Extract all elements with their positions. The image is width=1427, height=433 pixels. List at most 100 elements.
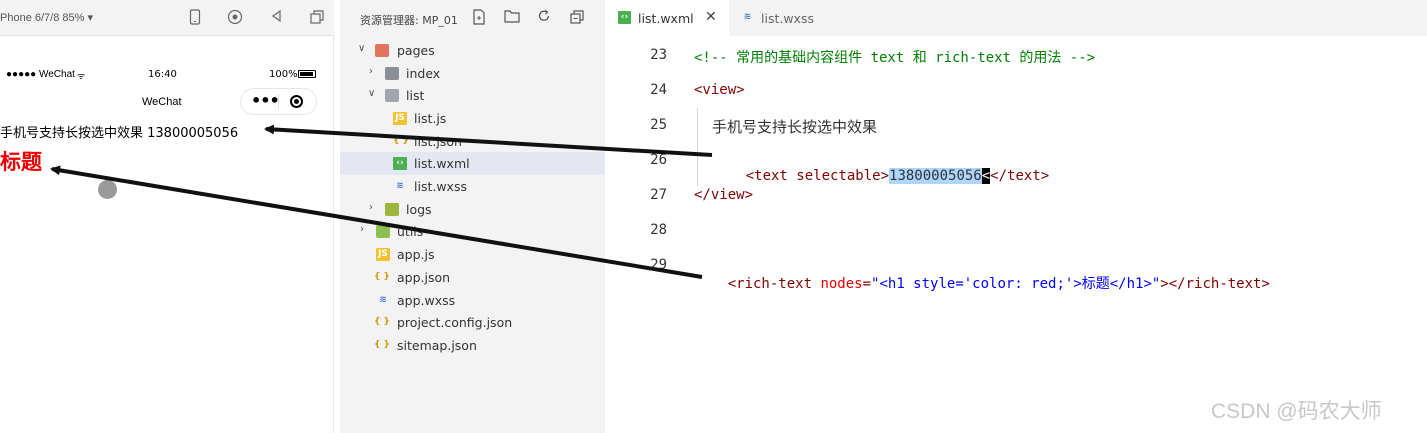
code-token: nodes bbox=[820, 276, 863, 292]
close-icon[interactable]: ✕ bbox=[705, 9, 717, 25]
code-token: "<h1 style='color: red;'>标题</h1>" bbox=[871, 276, 1161, 292]
wxss-file-icon: ≋ bbox=[379, 295, 387, 305]
line-number: 25 bbox=[650, 117, 667, 133]
json-file-icon: { } bbox=[374, 317, 390, 327]
tab-label: list.wxml bbox=[638, 11, 694, 26]
code-line-27[interactable]: </view> bbox=[694, 187, 753, 203]
chevron-right-icon: › bbox=[369, 66, 373, 77]
page-text[interactable]: 手机号支持长按选中效果 13800005056 bbox=[0, 122, 238, 141]
tree-item-pages[interactable]: ∨ pages bbox=[340, 39, 605, 62]
line-number: 28 bbox=[650, 222, 667, 238]
tree-item-list-wxss[interactable]: ≋ list.wxss bbox=[340, 175, 605, 198]
wxss-file-icon: ≋ bbox=[743, 12, 752, 22]
code-token: <text selectable> bbox=[745, 168, 890, 184]
detach-icon[interactable] bbox=[308, 9, 326, 27]
signal-carrier: ●●●●● WeChat bbox=[6, 69, 75, 80]
device-select[interactable]: Phone 6/7/8 85% ▾ bbox=[0, 11, 93, 24]
new-file-icon[interactable] bbox=[470, 9, 488, 27]
tree-item-label: index bbox=[406, 66, 441, 81]
tree-item-app-wxss[interactable]: ≋ app.wxss bbox=[340, 289, 605, 312]
watermark: CSDN @码农大师 bbox=[1211, 400, 1382, 423]
wxss-file-icon: ≋ bbox=[396, 181, 404, 191]
explorer-title: 资源管理器: MP_01 bbox=[360, 14, 458, 27]
tree-item-label: app.js bbox=[397, 247, 435, 262]
json-file-icon: { } bbox=[374, 340, 390, 350]
simulator-panel: Phone 6/7/8 85% ▾ ●●●●● WeChat ᯤ 16:40 1… bbox=[0, 0, 334, 433]
touch-cursor-icon bbox=[98, 180, 117, 199]
tab-label: list.wxss bbox=[761, 11, 814, 26]
tree-item-list-wxml[interactable]: ‹› list.wxml bbox=[340, 152, 605, 175]
text-caret: < bbox=[981, 168, 991, 184]
new-folder-icon[interactable] bbox=[503, 9, 521, 27]
code-token: </text> bbox=[990, 168, 1050, 184]
tree-item-project-config[interactable]: { } project.config.json bbox=[340, 311, 605, 334]
tree-item-list-js[interactable]: JS list.js bbox=[340, 107, 605, 130]
folder-icon bbox=[385, 67, 399, 80]
indent-guide bbox=[697, 108, 698, 186]
tree-item-label: list.wxss bbox=[414, 179, 467, 194]
chevron-down-icon: ∨ bbox=[358, 43, 366, 54]
folder-open-icon bbox=[385, 89, 399, 102]
chevron-right-icon: › bbox=[369, 202, 373, 213]
code-line-24[interactable]: <view> bbox=[694, 82, 745, 98]
code-line-25[interactable]: 手机号支持长按选中效果 bbox=[712, 116, 877, 137]
tree-item-label: logs bbox=[406, 202, 432, 217]
tree-item-list-json[interactable]: { } list.json bbox=[340, 130, 605, 153]
tree-item-index[interactable]: › index bbox=[340, 62, 605, 85]
volume-icon[interactable] bbox=[267, 9, 285, 27]
tree-item-label: utils bbox=[397, 224, 424, 239]
tab-list-wxml[interactable]: ‹› list.wxml ✕ bbox=[605, 0, 729, 36]
capsule-divider bbox=[278, 94, 279, 109]
tree-item-label: app.wxss bbox=[397, 293, 456, 308]
tree-item-utils[interactable]: › utils bbox=[340, 220, 605, 243]
status-time: 16:40 bbox=[148, 69, 177, 80]
record-icon[interactable] bbox=[226, 9, 244, 27]
tree-item-label: project.config.json bbox=[397, 315, 513, 330]
chevron-down-icon: ∨ bbox=[368, 88, 376, 99]
code-line-29[interactable]: <rich-text nodes="<h1 style='color: red;… bbox=[694, 257, 1270, 309]
line-number: 23 bbox=[650, 47, 667, 63]
tree-item-label: sitemap.json bbox=[397, 338, 477, 353]
nav-title: WeChat bbox=[142, 96, 182, 108]
folder-red-icon bbox=[375, 44, 389, 57]
file-explorer: 资源管理器: MP_01 ∨ pages › index ∨ list JS l… bbox=[340, 0, 605, 433]
tree-item-list[interactable]: ∨ list bbox=[340, 84, 605, 107]
selected-text: 13800005056 bbox=[889, 168, 982, 184]
wxml-file-icon: ‹› bbox=[393, 157, 407, 170]
code-token: = bbox=[862, 276, 872, 292]
wxml-file-icon: ‹› bbox=[618, 11, 631, 24]
wifi-icon: ᯤ bbox=[77, 72, 86, 82]
tab-list-wxss[interactable]: ≋ list.wxss bbox=[729, 0, 851, 36]
collapse-all-icon[interactable] bbox=[568, 9, 586, 27]
simulator-toolbar: Phone 6/7/8 85% ▾ bbox=[0, 0, 334, 36]
tree-item-label: list.js bbox=[414, 111, 447, 126]
tree-item-app-json[interactable]: { } app.json bbox=[340, 266, 605, 289]
tree-item-sitemap[interactable]: { } sitemap.json bbox=[340, 334, 605, 357]
battery-icon bbox=[298, 70, 316, 78]
tree-item-label: list bbox=[406, 88, 425, 103]
code-token: <rich-text bbox=[727, 276, 821, 292]
page-heading: 标题 bbox=[0, 150, 42, 174]
chevron-right-icon: › bbox=[360, 224, 364, 235]
close-miniprogram-icon[interactable] bbox=[290, 95, 303, 108]
devtools-window: Phone 6/7/8 85% ▾ ●●●●● WeChat ᯤ 16:40 1… bbox=[0, 0, 1427, 433]
js-file-icon: JS bbox=[376, 248, 390, 261]
more-icon[interactable]: ••• bbox=[251, 93, 280, 109]
phone-icon[interactable] bbox=[186, 9, 204, 27]
code-line-23[interactable]: <!-- 常用的基础内容组件 text 和 rich-text 的用法 --> bbox=[694, 47, 1095, 67]
tree-item-app-js[interactable]: JS app.js bbox=[340, 243, 605, 266]
utils-folder-icon bbox=[376, 225, 390, 238]
line-number: 24 bbox=[650, 82, 667, 98]
code-token: ></rich-text> bbox=[1160, 276, 1270, 292]
js-file-icon: JS bbox=[393, 112, 407, 125]
line-number: 27 bbox=[650, 187, 667, 203]
tree-item-logs[interactable]: › logs bbox=[340, 198, 605, 221]
refresh-icon[interactable] bbox=[535, 9, 553, 27]
logs-folder-icon bbox=[385, 203, 399, 216]
battery-percent: 100% bbox=[269, 69, 298, 80]
json-file-icon: { } bbox=[393, 136, 409, 146]
json-file-icon: { } bbox=[374, 272, 390, 282]
line-number: 26 bbox=[650, 152, 667, 168]
editor-tabs: ‹› list.wxml ✕ ≋ list.wxss bbox=[605, 0, 1427, 36]
code-line-26[interactable]: <text selectable>13800005056<</text> bbox=[712, 152, 1049, 200]
